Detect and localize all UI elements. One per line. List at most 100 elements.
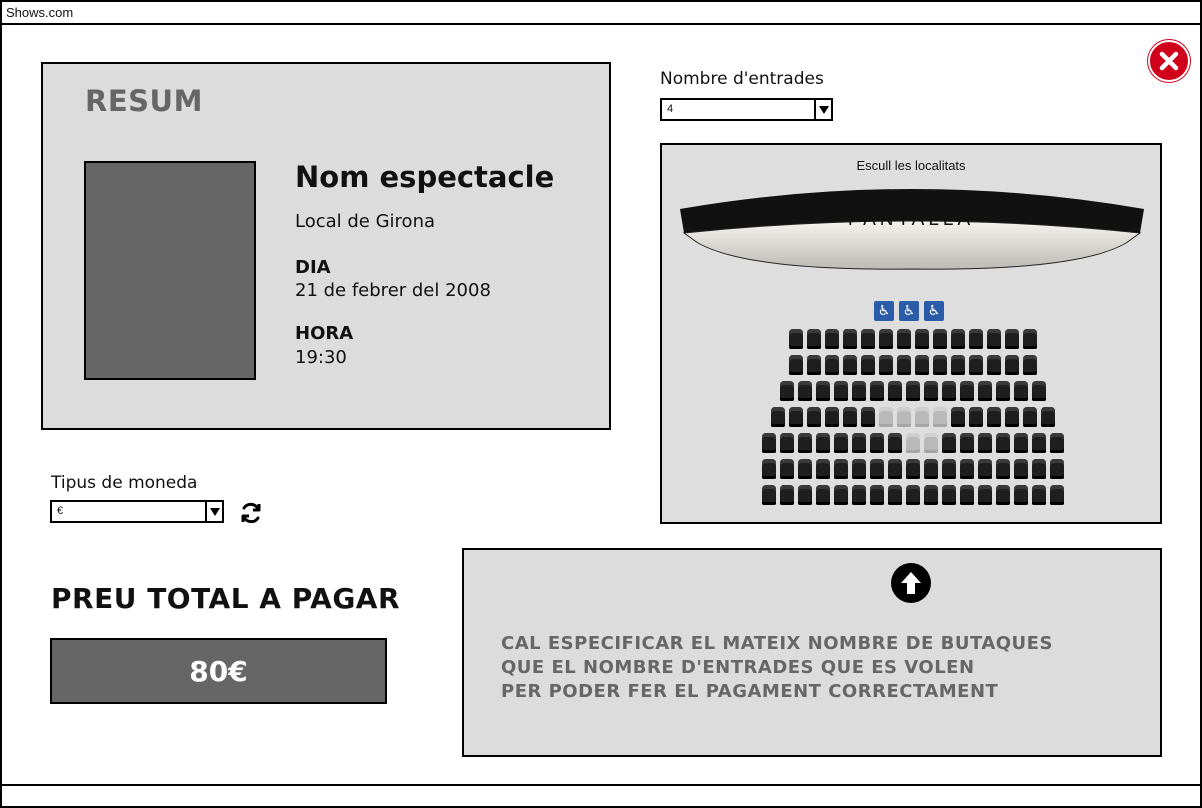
seat[interactable] bbox=[861, 355, 875, 375]
seat-selected[interactable] bbox=[933, 407, 947, 427]
wheelchair-icon[interactable]: ♿ bbox=[924, 301, 944, 321]
seat[interactable] bbox=[870, 485, 884, 505]
seat[interactable] bbox=[780, 381, 794, 401]
seat[interactable] bbox=[816, 433, 830, 453]
seat[interactable] bbox=[843, 407, 857, 427]
seat[interactable] bbox=[798, 485, 812, 505]
seat-selected[interactable] bbox=[924, 433, 938, 453]
seat[interactable] bbox=[807, 355, 821, 375]
seat[interactable] bbox=[1032, 381, 1046, 401]
seat[interactable] bbox=[879, 329, 893, 349]
seat[interactable] bbox=[942, 459, 956, 479]
seat[interactable] bbox=[969, 355, 983, 375]
seat[interactable] bbox=[834, 485, 848, 505]
seat[interactable] bbox=[816, 459, 830, 479]
seat[interactable] bbox=[906, 459, 920, 479]
seat-selected[interactable] bbox=[879, 407, 893, 427]
seat[interactable] bbox=[762, 485, 776, 505]
seat[interactable] bbox=[888, 485, 902, 505]
seat[interactable] bbox=[960, 381, 974, 401]
seat[interactable] bbox=[780, 485, 794, 505]
seat[interactable] bbox=[960, 485, 974, 505]
seat[interactable] bbox=[969, 329, 983, 349]
seat[interactable] bbox=[951, 329, 965, 349]
currency-select[interactable]: € bbox=[50, 500, 224, 523]
seat[interactable] bbox=[933, 329, 947, 349]
seat[interactable] bbox=[834, 459, 848, 479]
seat[interactable] bbox=[942, 485, 956, 505]
seat[interactable] bbox=[897, 355, 911, 375]
seat[interactable] bbox=[780, 433, 794, 453]
seat[interactable] bbox=[1014, 381, 1028, 401]
seat[interactable] bbox=[942, 381, 956, 401]
seat[interactable] bbox=[834, 433, 848, 453]
seat[interactable] bbox=[978, 381, 992, 401]
seat[interactable] bbox=[924, 485, 938, 505]
seat[interactable] bbox=[825, 355, 839, 375]
seat[interactable] bbox=[1005, 329, 1019, 349]
seat[interactable] bbox=[798, 459, 812, 479]
seat[interactable] bbox=[906, 485, 920, 505]
seat[interactable] bbox=[852, 485, 866, 505]
seat[interactable] bbox=[852, 381, 866, 401]
seat[interactable] bbox=[897, 329, 911, 349]
seat[interactable] bbox=[942, 433, 956, 453]
seat[interactable] bbox=[1014, 459, 1028, 479]
seat[interactable] bbox=[834, 381, 848, 401]
seat[interactable] bbox=[861, 329, 875, 349]
seat[interactable] bbox=[888, 433, 902, 453]
seat[interactable] bbox=[996, 485, 1010, 505]
seat[interactable] bbox=[1032, 485, 1046, 505]
seat[interactable] bbox=[888, 381, 902, 401]
seat[interactable] bbox=[852, 433, 866, 453]
seat[interactable] bbox=[951, 355, 965, 375]
seat[interactable] bbox=[1050, 485, 1064, 505]
seat[interactable] bbox=[1050, 459, 1064, 479]
seat[interactable] bbox=[825, 407, 839, 427]
tickets-select[interactable]: 4 bbox=[660, 98, 833, 121]
seat[interactable] bbox=[1032, 433, 1046, 453]
seat[interactable] bbox=[789, 329, 803, 349]
seat[interactable] bbox=[843, 355, 857, 375]
seat[interactable] bbox=[960, 433, 974, 453]
seat[interactable] bbox=[789, 355, 803, 375]
seat[interactable] bbox=[1023, 407, 1037, 427]
wheelchair-icon[interactable]: ♿ bbox=[874, 301, 894, 321]
seat[interactable] bbox=[924, 459, 938, 479]
seat[interactable] bbox=[1014, 433, 1028, 453]
seat[interactable] bbox=[1014, 485, 1028, 505]
seat[interactable] bbox=[843, 329, 857, 349]
seat[interactable] bbox=[1023, 329, 1037, 349]
seat[interactable] bbox=[852, 459, 866, 479]
seat[interactable] bbox=[1032, 459, 1046, 479]
seat[interactable] bbox=[870, 381, 884, 401]
seat[interactable] bbox=[825, 329, 839, 349]
seat[interactable] bbox=[798, 433, 812, 453]
seat[interactable] bbox=[816, 381, 830, 401]
seat-selected[interactable] bbox=[906, 433, 920, 453]
seat-selected[interactable] bbox=[897, 407, 911, 427]
seat[interactable] bbox=[987, 329, 1001, 349]
seat[interactable] bbox=[870, 459, 884, 479]
seat[interactable] bbox=[1005, 355, 1019, 375]
seat[interactable] bbox=[861, 407, 875, 427]
seat[interactable] bbox=[762, 459, 776, 479]
seat[interactable] bbox=[969, 407, 983, 427]
seat[interactable] bbox=[870, 433, 884, 453]
seat[interactable] bbox=[996, 381, 1010, 401]
seat[interactable] bbox=[906, 381, 920, 401]
seat[interactable] bbox=[996, 433, 1010, 453]
seat[interactable] bbox=[1005, 407, 1019, 427]
seat[interactable] bbox=[762, 433, 776, 453]
seat[interactable] bbox=[915, 355, 929, 375]
seat[interactable] bbox=[924, 381, 938, 401]
wheelchair-icon[interactable]: ♿ bbox=[899, 301, 919, 321]
seat[interactable] bbox=[798, 381, 812, 401]
seat[interactable] bbox=[1041, 407, 1055, 427]
seat[interactable] bbox=[978, 459, 992, 479]
refresh-icon[interactable] bbox=[238, 500, 264, 526]
seat[interactable] bbox=[978, 433, 992, 453]
seat[interactable] bbox=[987, 355, 1001, 375]
seat[interactable] bbox=[933, 355, 947, 375]
seat[interactable] bbox=[771, 407, 785, 427]
